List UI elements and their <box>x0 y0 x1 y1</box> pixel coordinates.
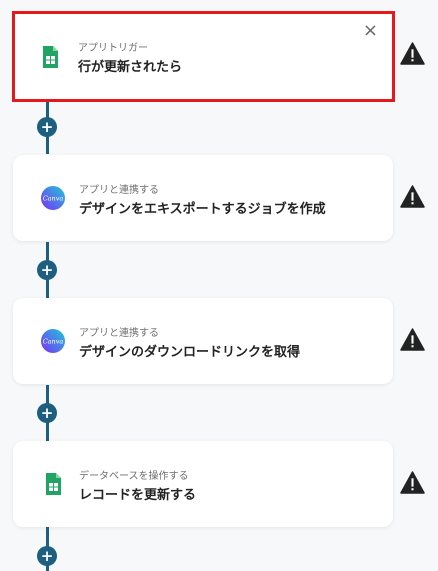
close-icon[interactable]: × <box>363 22 378 40</box>
add-step-button[interactable]: + <box>37 546 57 566</box>
warning-icon[interactable] <box>400 471 425 494</box>
google-sheets-icon <box>43 46 58 68</box>
add-step-button[interactable]: + <box>37 260 57 280</box>
add-step-button[interactable]: + <box>37 403 57 423</box>
svg-text:Canva: Canva <box>43 338 64 346</box>
step-title: 行が更新されたら <box>78 60 183 75</box>
step-type-label: アプリと連携する <box>79 328 159 339</box>
step-card-trigger[interactable]: アプリトリガー 行が更新されたら × <box>12 11 395 102</box>
step-card[interactable]: Canva アプリと連携する デザインをエキスポートするジョブを作成 <box>13 155 393 241</box>
step-title: デザインをエキスポートするジョブを作成 <box>79 202 326 217</box>
canva-icon: Canva <box>41 329 65 353</box>
warning-icon[interactable] <box>400 328 425 351</box>
canva-icon: Canva <box>41 186 65 210</box>
step-type-label: アプリと連携する <box>79 185 159 196</box>
google-sheets-icon <box>46 473 61 495</box>
svg-text:Canva: Canva <box>43 195 64 203</box>
step-type-label: データベースを操作する <box>79 471 189 482</box>
add-step-button[interactable]: + <box>37 117 57 137</box>
warning-icon[interactable] <box>400 185 425 208</box>
step-title: レコードを更新する <box>79 488 197 503</box>
step-card[interactable]: Canva アプリと連携する デザインのダウンロードリンクを取得 <box>13 298 393 384</box>
step-type-label: アプリトリガー <box>78 43 148 54</box>
warning-icon[interactable] <box>400 42 425 65</box>
step-card[interactable]: データベースを操作する レコードを更新する <box>13 441 393 527</box>
step-title: デザインのダウンロードリンクを取得 <box>79 345 301 360</box>
